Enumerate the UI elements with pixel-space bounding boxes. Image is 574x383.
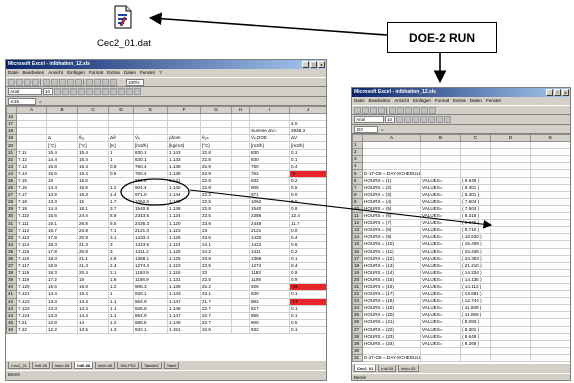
highlight-ellipse [120,178,190,206]
arrow-left-to-right-sheet [189,189,493,229]
arrow-doe2-to-file [148,12,388,36]
annotation-overlay [120,12,493,229]
